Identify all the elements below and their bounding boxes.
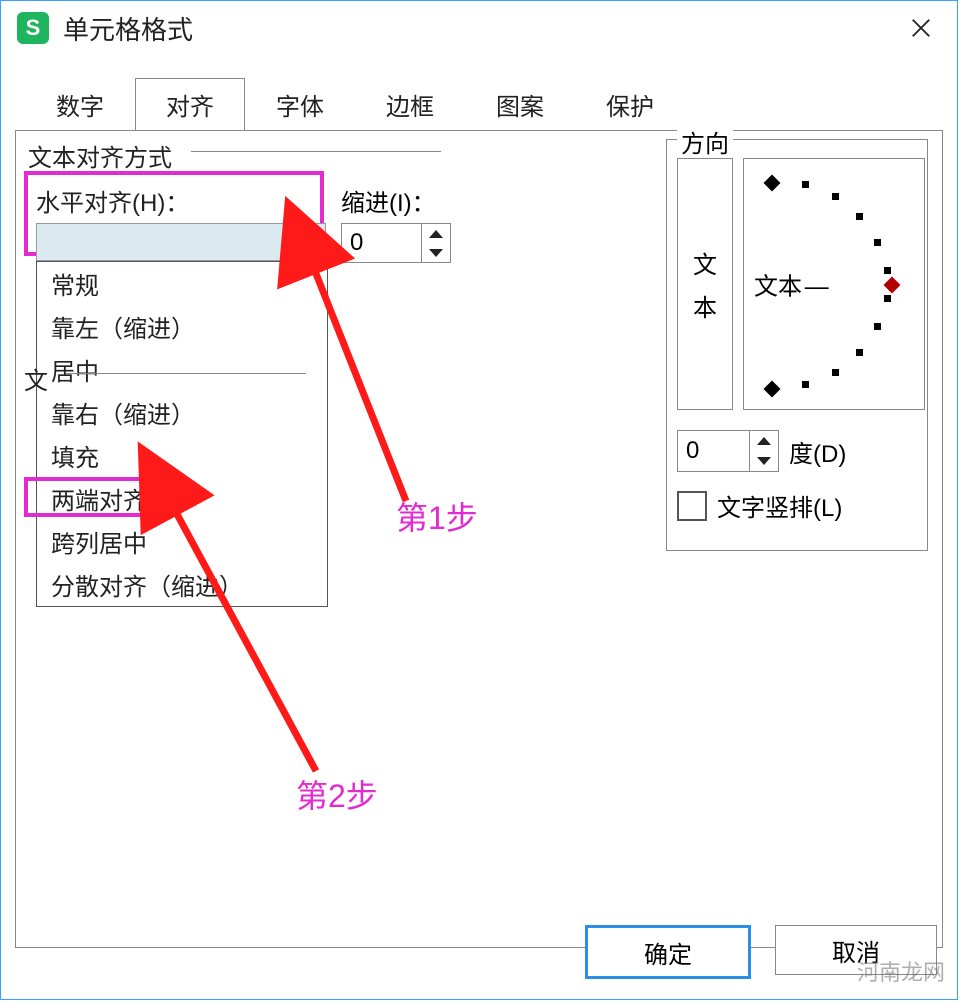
vertical-text-checkbox-row: 文字竖排(L) (677, 488, 842, 523)
spinner-buttons (421, 224, 450, 262)
vertical-text-preview[interactable]: 文 本 (677, 158, 733, 410)
app-icon: S (17, 12, 49, 44)
option-center[interactable]: 居中 (37, 348, 327, 391)
option-right-indent[interactable]: 靠右（缩进） (37, 391, 327, 434)
option-general[interactable]: 常规 (37, 262, 327, 305)
tab-font[interactable]: 字体 (245, 78, 355, 131)
spin-down-icon[interactable] (750, 451, 778, 471)
secondary-divider (66, 373, 306, 374)
tab-align[interactable]: 对齐 (135, 78, 245, 131)
option-distributed[interactable]: 分散对齐（缩进） (37, 563, 327, 606)
tab-protect[interactable]: 保护 (575, 78, 685, 131)
annotation-step2: 第2步 (296, 771, 378, 817)
option-fill[interactable]: 填充 (37, 434, 327, 477)
degree-label: 度(D) (789, 434, 846, 469)
dialog-body: 数字 对齐 字体 边框 图案 保护 文本对齐方式 水平对齐(H)： 常规 靠左（… (15, 77, 943, 909)
tab-panel-align: 文本对齐方式 水平对齐(H)： 常规 靠左（缩进） 居中 靠右（缩进） 填充 两… (15, 130, 943, 948)
spin-up-icon[interactable] (422, 224, 450, 243)
horizontal-align-dropdown: 常规 靠左（缩进） 居中 靠右（缩进） 填充 两端对齐 跨列居中 分散对齐（缩进… (36, 261, 328, 607)
tab-bar: 数字 对齐 字体 边框 图案 保护 (25, 77, 943, 130)
indent-label: 缩进(I)： (341, 183, 436, 218)
orientation-arc[interactable]: 文本 — (743, 158, 925, 410)
tab-pattern[interactable]: 图案 (465, 78, 575, 131)
close-button[interactable] (901, 8, 941, 48)
orientation-row: 文 本 文本 — (677, 158, 925, 410)
horizontal-align-label: 水平对齐(H)： (36, 183, 189, 218)
indent-value: 0 (342, 229, 421, 257)
app-icon-letter: S (26, 15, 41, 41)
tab-border[interactable]: 边框 (355, 78, 465, 131)
close-icon (910, 17, 932, 39)
direction-group-label: 方向 (677, 124, 733, 159)
text-align-group-label: 文本对齐方式 (24, 138, 176, 173)
option-center-across[interactable]: 跨列居中 (37, 520, 327, 563)
degree-spinner-buttons (749, 431, 778, 471)
tab-number[interactable]: 数字 (25, 78, 135, 131)
chevron-down-icon (297, 236, 317, 248)
degree-row: 0 度(D) (677, 430, 846, 472)
direction-group: 方向 文 本 文本 — (666, 139, 928, 551)
horizontal-align-combo[interactable] (36, 223, 326, 261)
annotation-step1: 第1步 (396, 493, 478, 539)
arc-dots-icon (744, 159, 924, 409)
degree-value: 0 (678, 437, 749, 465)
ok-button[interactable]: 确定 (585, 925, 751, 979)
option-left-indent[interactable]: 靠左（缩进） (37, 305, 327, 348)
dialog-window: S 单元格格式 数字 对齐 字体 边框 图案 保护 文本对齐方式 水平对齐(H)… (0, 0, 958, 1000)
indent-spinner[interactable]: 0 (341, 223, 451, 263)
step2-highlight-box (24, 477, 176, 517)
window-title: 单元格格式 (63, 10, 901, 47)
degree-spinner[interactable]: 0 (677, 430, 779, 472)
spin-up-icon[interactable] (750, 431, 778, 451)
group-divider (191, 151, 441, 152)
watermark-text: 河南龙网 (857, 955, 945, 987)
vertical-text-checkbox[interactable] (677, 491, 707, 521)
title-bar: S 单元格格式 (1, 1, 957, 55)
vertical-text-checkbox-label: 文字竖排(L) (717, 488, 842, 523)
spin-down-icon[interactable] (422, 243, 450, 262)
secondary-section-label: 文 (24, 361, 48, 396)
